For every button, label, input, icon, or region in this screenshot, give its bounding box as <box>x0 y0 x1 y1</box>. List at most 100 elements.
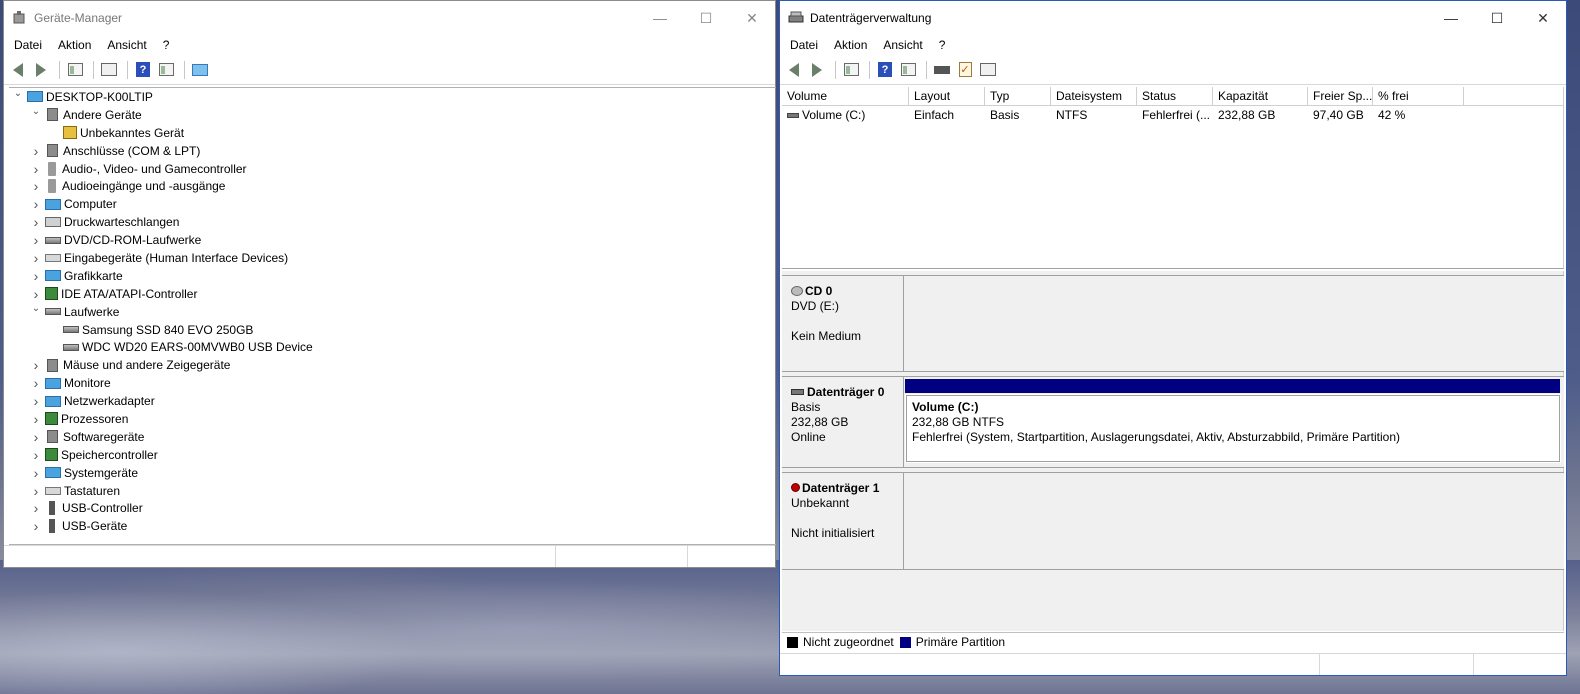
chevron-right-icon[interactable]: › <box>29 465 43 481</box>
chevron-right-icon[interactable]: › <box>29 268 43 284</box>
chevron-right-icon[interactable]: › <box>29 232 43 248</box>
column-header-kapazitaet[interactable]: Kapazität <box>1213 87 1308 105</box>
column-header-dateisystem[interactable]: Dateisystem <box>1051 87 1137 105</box>
tree-item[interactable]: › Netzwerkadapter <box>9 392 776 410</box>
back-arrow-icon[interactable] <box>8 60 28 80</box>
tree-item[interactable]: › Prozessoren <box>9 410 776 428</box>
close-button[interactable]: ✕ <box>729 1 775 35</box>
disk-body[interactable] <box>904 472 1564 570</box>
tree-item[interactable]: › USB-Geräte <box>9 517 776 535</box>
check-icon[interactable]: ✓ <box>955 60 975 80</box>
disk-label[interactable]: Datenträger 1 Unbekannt Nicht initialisi… <box>782 472 904 570</box>
maximize-button[interactable]: ☐ <box>1474 1 1520 35</box>
tree-item[interactable]: ⌄ Laufwerke <box>9 303 776 321</box>
tree-item[interactable]: › Softwaregeräte <box>9 428 776 446</box>
scan-hardware-icon[interactable] <box>190 60 210 80</box>
disk-name: Datenträger 1 <box>802 481 880 495</box>
tree-item[interactable]: Samsung SSD 840 EVO 250GB <box>9 321 776 339</box>
tree-item[interactable]: › Tastaturen <box>9 482 776 500</box>
disk-row-datentraeger1[interactable]: Datenträger 1 Unbekannt Nicht initialisi… <box>782 472 1564 570</box>
tree-item[interactable]: › Speichercontroller <box>9 446 776 464</box>
menu-ansicht[interactable]: Ansicht <box>99 38 154 52</box>
help-icon[interactable]: ? <box>133 60 153 80</box>
chevron-right-icon[interactable]: › <box>29 429 43 445</box>
column-header-freier-speicher[interactable]: Freier Sp... <box>1308 87 1373 105</box>
chevron-right-icon[interactable]: › <box>29 178 43 194</box>
tree-item[interactable]: › Systemgeräte <box>9 464 776 482</box>
chevron-right-icon[interactable]: › <box>29 286 43 302</box>
disk-label[interactable]: Datenträger 0 Basis 232,88 GB Online <box>782 376 904 468</box>
column-header-layout[interactable]: Layout <box>909 87 985 105</box>
disk-label[interactable]: CD 0 DVD (E:) Kein Medium <box>782 275 904 372</box>
tree-item-label: Anschlüsse (COM & LPT) <box>63 143 201 158</box>
chevron-down-icon[interactable]: ⌄ <box>29 303 43 314</box>
titlebar[interactable]: Datenträgerverwaltung — ☐ ✕ <box>780 1 1566 35</box>
chevron-down-icon[interactable]: ⌄ <box>11 88 25 99</box>
minimize-button[interactable]: — <box>1428 1 1474 35</box>
close-button[interactable]: ✕ <box>1520 1 1566 35</box>
tree-item[interactable]: › Anschlüsse (COM & LPT) <box>9 142 776 160</box>
disk-body[interactable] <box>904 275 1564 372</box>
minimize-button[interactable]: — <box>637 1 683 35</box>
properties-icon[interactable] <box>978 60 998 80</box>
speaker-icon <box>48 161 56 176</box>
tree-item[interactable]: WDC WD20 EARS-00MVWB0 USB Device <box>9 338 776 356</box>
chevron-right-icon[interactable]: › <box>29 393 43 409</box>
chevron-right-icon[interactable]: › <box>29 483 43 499</box>
column-header-volume[interactable]: Volume <box>782 87 909 105</box>
forward-arrow-icon[interactable] <box>807 60 827 80</box>
column-header-prozent-frei[interactable]: % frei <box>1373 87 1464 105</box>
chevron-right-icon[interactable]: › <box>29 411 43 427</box>
partition-volume-c[interactable]: Volume (C:) 232,88 GB NTFS Fehlerfrei (S… <box>905 394 1561 463</box>
tree-item[interactable]: › Grafikkarte <box>9 267 776 285</box>
tree-item[interactable]: › DVD/CD-ROM-Laufwerke <box>9 231 776 249</box>
back-arrow-icon[interactable] <box>784 60 804 80</box>
menu-aktion[interactable]: Aktion <box>826 38 875 52</box>
tree-item[interactable]: › Druckwarteschlangen <box>9 213 776 231</box>
forward-arrow-icon[interactable] <box>31 60 51 80</box>
chevron-right-icon[interactable]: › <box>29 143 43 159</box>
tree-item[interactable]: › Monitore <box>9 374 776 392</box>
menu-aktion[interactable]: Aktion <box>50 38 99 52</box>
tree-item[interactable]: › IDE ATA/ATAPI-Controller <box>9 285 776 303</box>
tree-item[interactable]: › USB-Controller <box>9 499 776 517</box>
tree-item[interactable]: › Eingabegeräte (Human Interface Devices) <box>9 249 776 267</box>
disk-row-cd0[interactable]: CD 0 DVD (E:) Kein Medium <box>782 275 1564 372</box>
chevron-right-icon[interactable]: › <box>29 375 43 391</box>
chevron-right-icon[interactable]: › <box>29 214 43 230</box>
menu-ansicht[interactable]: Ansicht <box>875 38 930 52</box>
connect-disk-icon[interactable] <box>932 60 952 80</box>
properties-icon[interactable] <box>99 60 119 80</box>
chevron-right-icon[interactable]: › <box>29 447 43 463</box>
chevron-right-icon[interactable]: › <box>29 518 43 534</box>
menu-help[interactable]: ? <box>155 38 178 52</box>
tree-item[interactable]: › Mäuse und andere Zeigegeräte <box>9 356 776 374</box>
column-header-typ[interactable]: Typ <box>985 87 1051 105</box>
menu-datei[interactable]: Datei <box>6 38 50 52</box>
tree-item[interactable]: › Computer <box>9 195 776 213</box>
chevron-right-icon[interactable]: › <box>29 500 43 516</box>
chevron-right-icon[interactable]: › <box>29 357 43 373</box>
tree-item[interactable]: ⌄ DESKTOP-K00LTIP <box>9 88 776 106</box>
chevron-right-icon[interactable]: › <box>29 250 43 266</box>
show-hide-console-tree-icon[interactable] <box>65 60 85 80</box>
chevron-down-icon[interactable]: ⌄ <box>29 106 43 117</box>
maximize-button[interactable]: ☐ <box>683 1 729 35</box>
chevron-right-icon[interactable]: › <box>29 196 43 212</box>
menu-help[interactable]: ? <box>931 38 954 52</box>
help-icon[interactable]: ? <box>875 60 895 80</box>
menu-datei[interactable]: Datei <box>782 38 826 52</box>
table-row[interactable]: Volume (C:) Einfach Basis NTFS Fehlerfre… <box>782 106 1563 124</box>
tree-item[interactable]: ⌄ Andere Geräte <box>9 106 776 124</box>
disk-error-icon <box>791 483 800 492</box>
titlebar[interactable]: Geräte-Manager — ☐ ✕ <box>4 1 775 35</box>
tree-item[interactable]: › Audioeingänge und -ausgänge <box>9 177 776 195</box>
tree-item[interactable]: › Audio-, Video- und Gamecontroller <box>9 160 776 178</box>
chevron-right-icon[interactable]: › <box>29 161 43 177</box>
action-pane-icon[interactable] <box>898 60 918 80</box>
column-header-status[interactable]: Status <box>1137 87 1213 105</box>
show-hide-console-tree-icon[interactable] <box>841 60 861 80</box>
disk-row-datentraeger0[interactable]: Datenträger 0 Basis 232,88 GB Online Vol… <box>782 376 1564 468</box>
action-pane-icon[interactable] <box>156 60 176 80</box>
tree-item[interactable]: Unbekanntes Gerät <box>9 124 776 142</box>
